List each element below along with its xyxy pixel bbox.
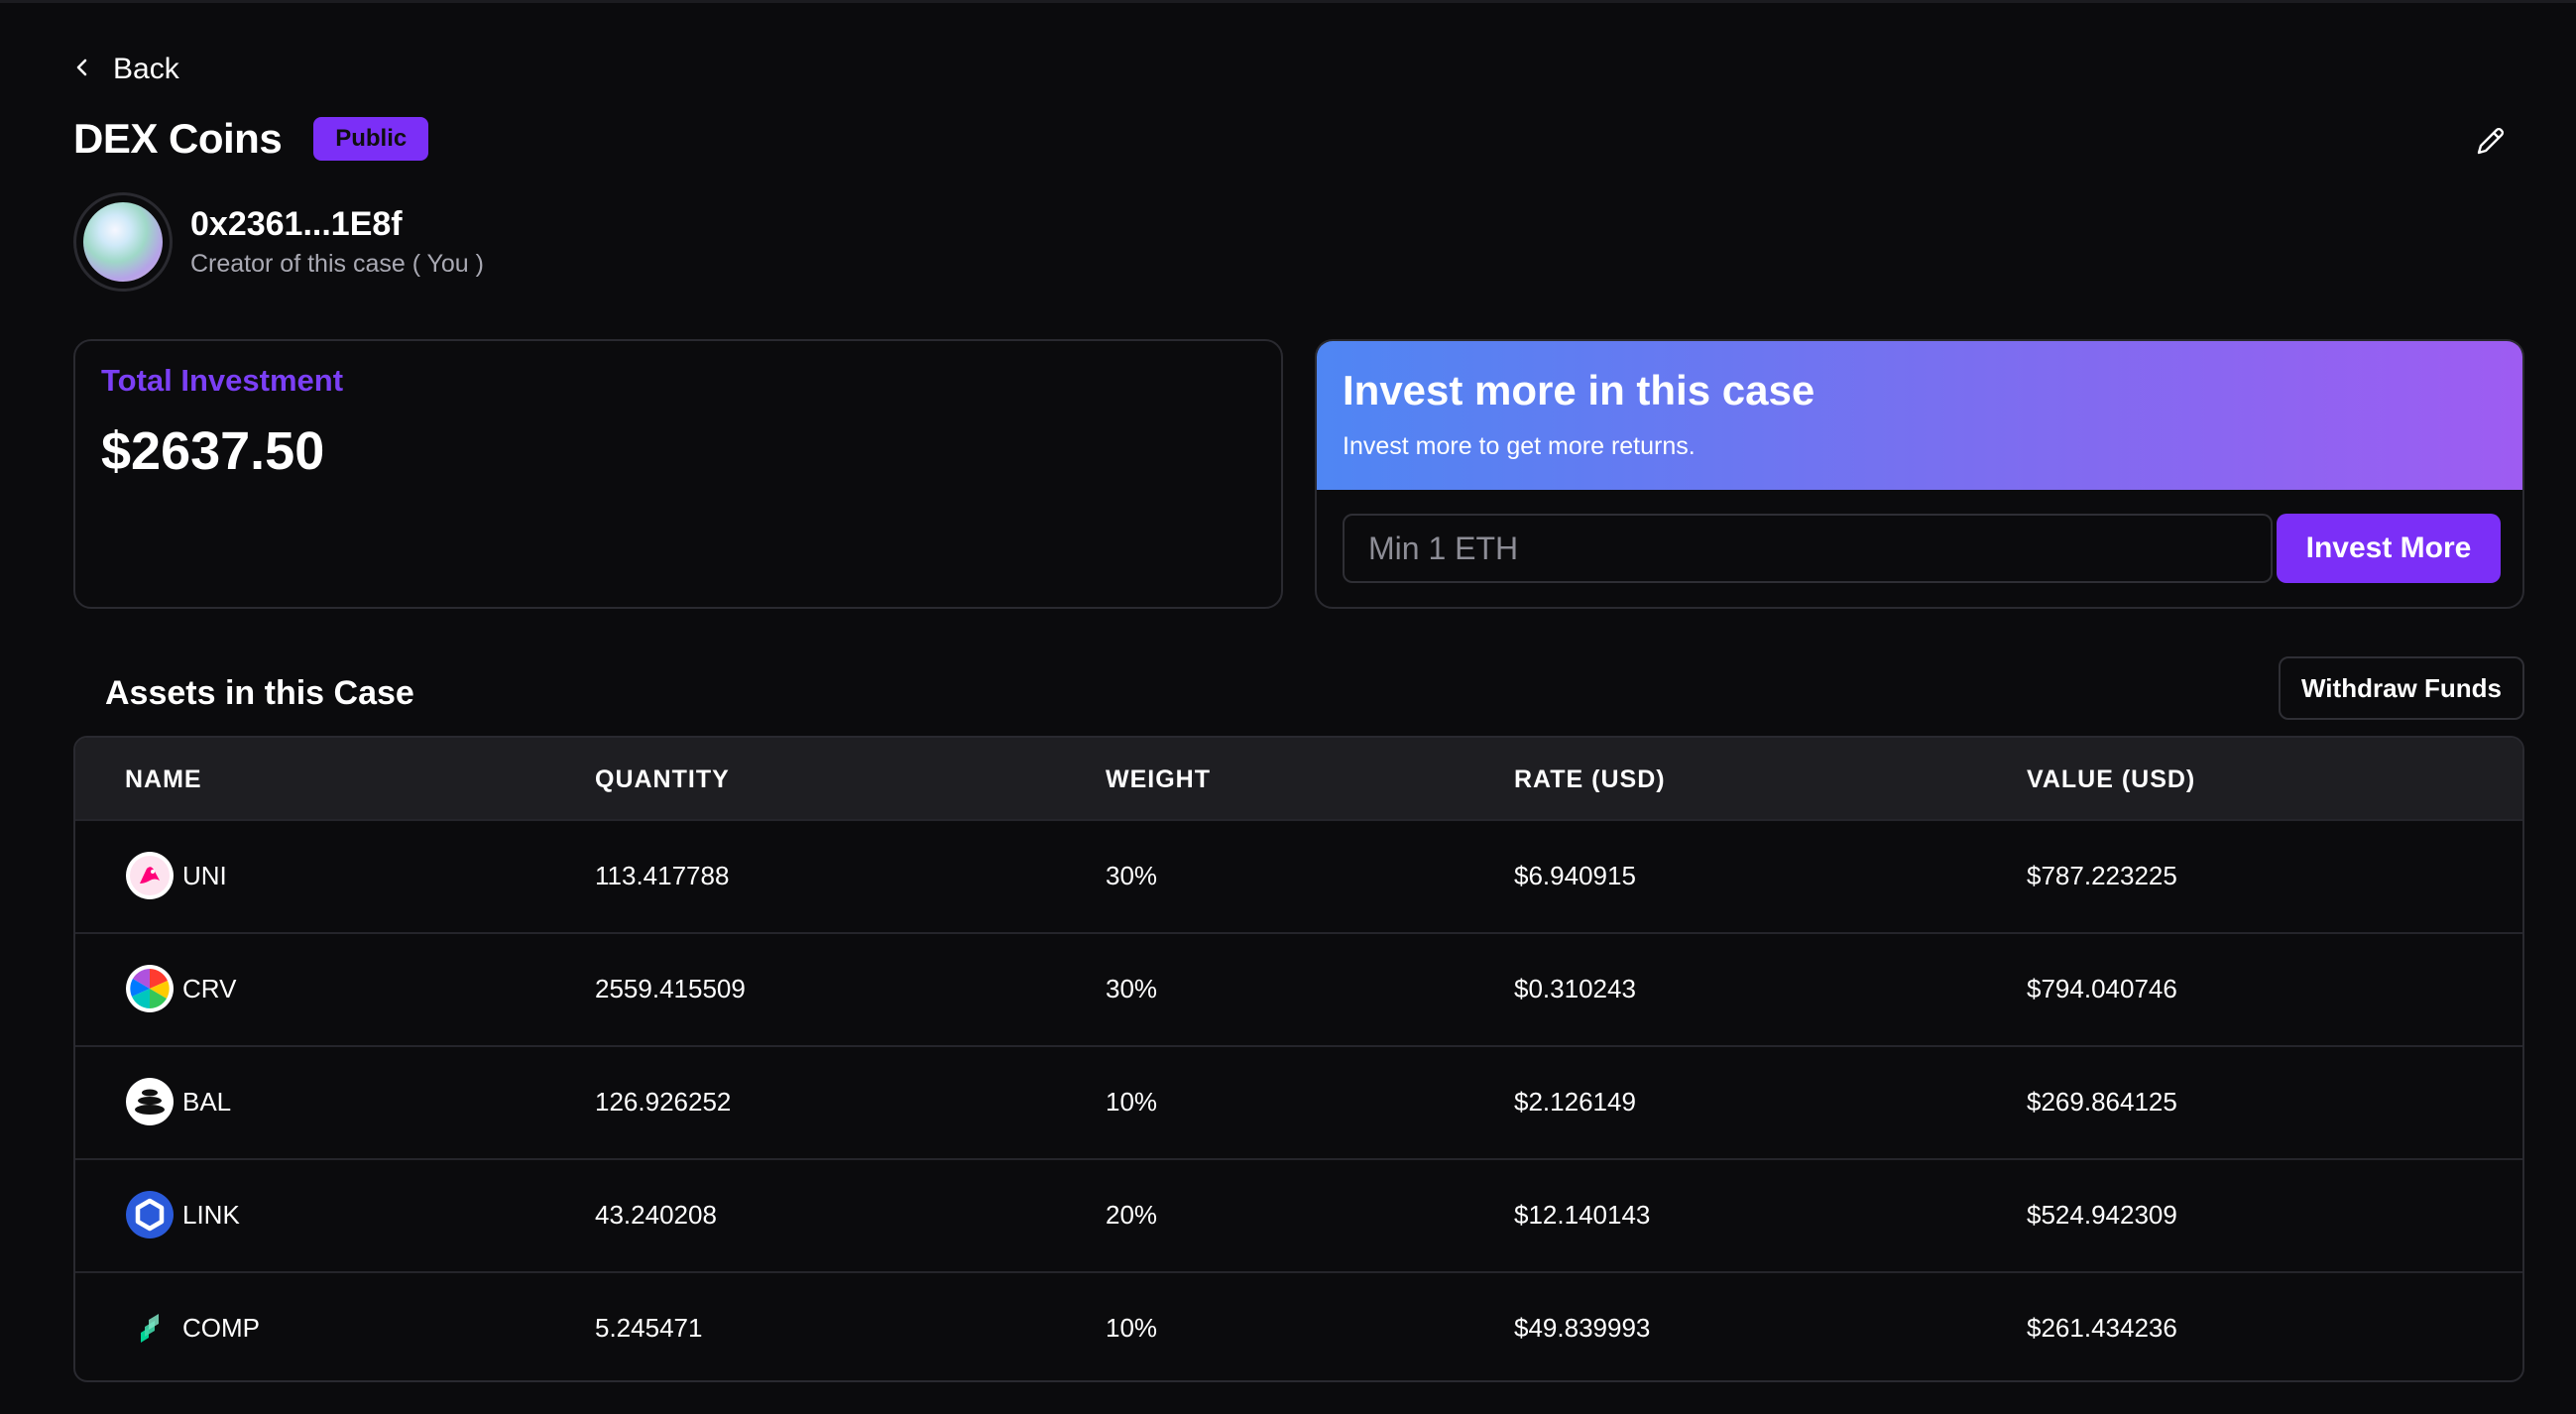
chainlink-icon [125, 1190, 175, 1239]
asset-value: $261.434236 [2027, 1313, 2177, 1343]
asset-name: CRV [182, 973, 237, 1003]
balancer-icon [125, 1077, 175, 1126]
table-row: BAL 126.926252 10% $2.126149 $269.864125 [75, 1045, 2522, 1158]
asset-quantity: 2559.415509 [595, 974, 746, 1003]
asset-name: UNI [182, 860, 227, 890]
invest-more-subtitle: Invest more to get more returns. [1343, 432, 1696, 460]
asset-value: $524.942309 [2027, 1200, 2177, 1230]
invest-more-title: Invest more in this case [1343, 367, 1815, 413]
column-header-weight: WEIGHT [1106, 766, 1211, 793]
chevron-left-icon [71, 57, 93, 83]
uniswap-icon [125, 851, 175, 900]
column-header-value: VALUE (USD) [2027, 766, 2196, 793]
withdraw-funds-button[interactable]: Withdraw Funds [2279, 656, 2524, 720]
asset-name: LINK [182, 1199, 240, 1230]
asset-value: $269.864125 [2027, 1087, 2177, 1117]
column-header-name: NAME [125, 766, 202, 793]
asset-quantity: 113.417788 [595, 861, 730, 890]
avatar [73, 192, 173, 292]
asset-name-cell: CRV [125, 964, 236, 1013]
invest-more-button[interactable]: Invest More [2277, 514, 2501, 583]
table-row: CRV 2559.415509 30% $0.310243 $794.04074… [75, 932, 2522, 1045]
invest-more-card: Invest more in this case Invest more to … [1315, 339, 2524, 609]
total-investment-amount: $2637.50 [101, 421, 325, 481]
table-row: LINK 43.240208 20% $12.140143 $524.94230… [75, 1158, 2522, 1271]
back-button[interactable]: Back [71, 50, 179, 89]
column-header-quantity: QUANTITY [595, 766, 730, 793]
asset-quantity: 5.245471 [595, 1313, 703, 1343]
asset-name-cell: LINK [125, 1190, 240, 1239]
asset-value: $794.040746 [2027, 974, 2177, 1003]
invest-more-banner: Invest more in this case Invest more to … [1317, 341, 2522, 490]
table-row: COMP 5.245471 10% $49.839993 $261.434236 [75, 1271, 2522, 1380]
creator-info: 0x2361...1E8f Creator of this case ( You… [73, 192, 484, 292]
asset-name-cell: UNI [125, 851, 227, 900]
asset-weight: 10% [1106, 1313, 1158, 1343]
table-row: UNI 113.417788 30% $6.940915 $787.223225 [75, 819, 2522, 932]
page-title: DEX Coins [73, 115, 283, 162]
case-header: DEX Coins Public [73, 115, 429, 163]
asset-rate: $6.940915 [1514, 861, 1636, 890]
asset-weight: 30% [1106, 974, 1158, 1003]
asset-name: COMP [182, 1312, 260, 1343]
asset-value: $787.223225 [2027, 861, 2177, 890]
asset-name-cell: BAL [125, 1077, 231, 1126]
asset-name-cell: COMP [125, 1303, 260, 1353]
total-investment-label: Total Investment [101, 363, 344, 398]
asset-weight: 10% [1106, 1087, 1158, 1117]
table-header: NAME QUANTITY WEIGHT RATE (USD) VALUE (U… [75, 738, 2522, 819]
total-investment-card: Total Investment $2637.50 [73, 339, 1283, 609]
column-header-rate: RATE (USD) [1514, 766, 1666, 793]
creator-address: 0x2361...1E8f [190, 205, 403, 243]
creator-role: Creator of this case ( You ) [190, 250, 484, 278]
asset-rate: $0.310243 [1514, 974, 1636, 1003]
edit-pencil-icon[interactable] [2473, 123, 2509, 159]
top-divider [0, 0, 2576, 3]
back-label: Back [113, 53, 179, 85]
assets-table: NAME QUANTITY WEIGHT RATE (USD) VALUE (U… [73, 736, 2524, 1382]
assets-title: Assets in this Case [105, 674, 414, 712]
compound-icon [125, 1303, 175, 1353]
asset-quantity: 126.926252 [595, 1087, 732, 1117]
asset-rate: $12.140143 [1514, 1200, 1651, 1230]
asset-quantity: 43.240208 [595, 1200, 717, 1230]
eth-amount-input[interactable] [1343, 514, 2273, 583]
asset-name: BAL [182, 1086, 232, 1117]
curve-icon [125, 964, 175, 1013]
asset-rate: $49.839993 [1514, 1313, 1651, 1343]
asset-rate: $2.126149 [1514, 1087, 1636, 1117]
asset-weight: 30% [1106, 861, 1158, 890]
visibility-badge: Public [313, 117, 429, 161]
asset-weight: 20% [1106, 1200, 1158, 1230]
